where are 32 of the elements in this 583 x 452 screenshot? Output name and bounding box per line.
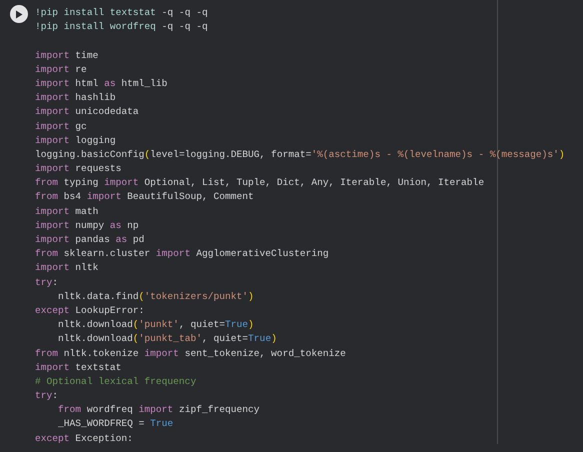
code-line: import numpy as np — [35, 218, 139, 233]
code-line: import math — [35, 204, 98, 219]
code-line: !pip install textstat -q -q -q — [35, 6, 208, 20]
code-line: except Exception: — [35, 432, 133, 446]
code-line: _HAS_WORDFREQ = True — [57, 417, 174, 432]
code-line: import re — [35, 62, 87, 77]
code-line: import time — [35, 48, 98, 63]
code-line: import hashlib — [35, 91, 116, 106]
run-button[interactable] — [10, 5, 28, 23]
code-line: !pip install wordfreq -q -q -q — [35, 20, 208, 34]
code-line: import html as html_lib — [35, 76, 168, 91]
code-line: from bs4 import BeautifulSoup, Comment — [35, 190, 254, 204]
code-line: try: — [35, 276, 58, 290]
code-line: except LookupError: — [35, 304, 144, 318]
code-line: from typing import Optional, List, Tuple, Dict, Any, Iterable, Union, Iterable — [35, 176, 484, 190]
code-line: import logging — [35, 134, 116, 148]
code-line: try: — [35, 389, 58, 404]
code-line: from sklearn.cluster import AgglomerativeClustering — [35, 247, 329, 262]
code-line: import unicodedata — [35, 105, 139, 120]
code-line: from nltk.tokenize import sent_tokenize, word_tokenize — [35, 346, 346, 360]
code-line: import requests — [35, 162, 122, 176]
code-line: nltk.data.find('tokenizers/punkt') — [57, 290, 254, 304]
code-line: import gc — [35, 120, 87, 134]
code-line: # Optional lexical frequency — [35, 374, 196, 389]
code-line: import textstat — [35, 360, 122, 375]
code-line: import pandas as pd — [35, 233, 144, 247]
code-line: from wordfreq import zipf_frequency — [57, 403, 260, 418]
play-icon — [14, 10, 22, 18]
code-line: import nltk — [35, 261, 98, 276]
code-line: nltk.download('punkt', quiet=True) — [57, 318, 254, 332]
code-line: nltk.download('punkt_tab', quiet=True) — [57, 332, 277, 346]
code-line: logging.basicConfig(level=logging.DEBUG, format='%(asctime)s - %(levelname)s - %(message)s') — [35, 148, 565, 162]
